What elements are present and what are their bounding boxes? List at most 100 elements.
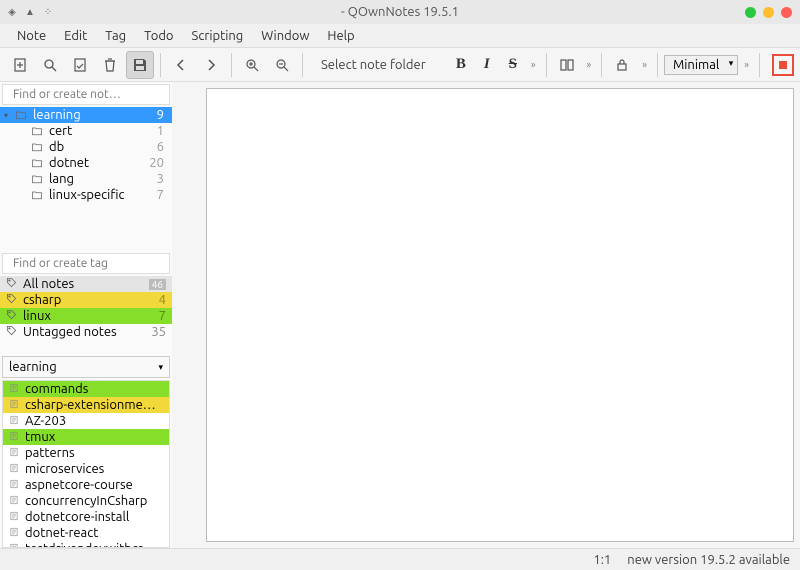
back-button[interactable] <box>167 51 195 79</box>
note-row[interactable]: concurrencyInCsharp <box>3 493 169 509</box>
tag-row-csharp[interactable]: csharp4 <box>0 292 172 308</box>
tag-row-untagged-notes[interactable]: Untagged notes35 <box>0 324 172 340</box>
zoom-in-button[interactable] <box>238 51 266 79</box>
close-button[interactable] <box>781 7 792 18</box>
tag-icon <box>6 325 20 339</box>
note-icon <box>9 478 21 492</box>
lock-button[interactable] <box>608 51 636 79</box>
separator <box>546 53 547 77</box>
grid-icon[interactable]: ⁘ <box>42 6 54 18</box>
note-row[interactable]: microservices <box>3 461 169 477</box>
note-row[interactable]: AZ-203 <box>3 413 169 429</box>
panel-button[interactable] <box>553 51 581 79</box>
more-format-icon[interactable]: » <box>527 59 540 70</box>
more-workspace-icon[interactable]: » <box>740 59 753 70</box>
note-row[interactable]: commands <box>3 381 169 397</box>
tag-row-all-notes[interactable]: All notes46 <box>0 276 172 292</box>
note-row[interactable]: tmux <box>3 429 169 445</box>
zoom-out-button[interactable] <box>268 51 296 79</box>
note-icon <box>9 398 21 412</box>
menu-edit[interactable]: Edit <box>55 26 96 46</box>
folder-row-linux-specific[interactable]: linux-specific7 <box>0 187 172 203</box>
folder-row-db[interactable]: db6 <box>0 139 172 155</box>
statusbar: 1:1 new version 19.5.2 available <box>0 548 800 570</box>
tag-row-linux[interactable]: linux7 <box>0 308 172 324</box>
titlebar-left-icons: ◈ ▲ ⁘ <box>6 6 54 18</box>
separator <box>302 53 303 77</box>
note-icon <box>9 414 21 428</box>
separator <box>759 53 760 77</box>
note-icon <box>9 494 21 508</box>
folder-row-dotnet[interactable]: dotnet20 <box>0 155 172 171</box>
cursor-position: 1:1 <box>593 553 611 567</box>
minimize-button[interactable] <box>745 7 756 18</box>
menu-note[interactable]: Note <box>8 26 55 46</box>
menu-tag[interactable]: Tag <box>96 26 135 46</box>
note-row[interactable]: patterns <box>3 445 169 461</box>
main-area: ▾learning9cert1db6dotnet20lang3linux-spe… <box>0 82 800 548</box>
tag-icon <box>6 277 20 291</box>
note-icon <box>9 526 21 540</box>
note-folder-select[interactable]: Select note folder <box>309 58 438 72</box>
folder-search-input[interactable] <box>13 88 168 101</box>
more-panel-icon[interactable]: » <box>583 59 596 70</box>
note-editor[interactable] <box>206 88 794 542</box>
menu-scripting[interactable]: Scripting <box>183 26 253 46</box>
note-icon <box>9 430 21 444</box>
menu-window[interactable]: Window <box>252 26 318 46</box>
titlebar: ◈ ▲ ⁘ - QOwnNotes 19.5.1 <box>0 0 800 24</box>
strike-button[interactable]: S <box>501 52 525 78</box>
note-row[interactable]: aspnetcore-course <box>3 477 169 493</box>
folder-search[interactable] <box>2 84 170 105</box>
folder-icon <box>14 109 28 121</box>
sidebar: ▾learning9cert1db6dotnet20lang3linux-spe… <box>0 82 172 548</box>
workspace-select[interactable]: Minimal <box>664 55 738 75</box>
folder-icon <box>30 125 44 137</box>
tag-icon <box>6 293 20 307</box>
note-row[interactable]: dotnet-react <box>3 525 169 541</box>
maximize-button[interactable] <box>763 7 774 18</box>
forward-button[interactable] <box>197 51 225 79</box>
tag-search-input[interactable] <box>13 257 168 270</box>
note-icon <box>9 510 21 524</box>
update-notice[interactable]: new version 19.5.2 available <box>627 553 790 567</box>
separator <box>160 53 161 77</box>
italic-button[interactable]: I <box>475 52 499 78</box>
new-note-button[interactable] <box>6 51 34 79</box>
tag-icon <box>6 309 20 323</box>
save-button[interactable] <box>126 51 154 79</box>
note-icon <box>9 382 21 396</box>
folder-row-lang[interactable]: lang3 <box>0 171 172 187</box>
folder-icon <box>30 189 44 201</box>
search-button[interactable] <box>36 51 64 79</box>
subfolder-select[interactable]: learning▾ <box>2 356 170 378</box>
note-row[interactable]: testdrivendevwithcs… <box>3 541 169 548</box>
editor-area <box>172 82 800 548</box>
toolbar: Select note folder B I S » » » Minimal » <box>0 48 800 82</box>
window-title: - QOwnNotes 19.5.1 <box>341 5 459 19</box>
folder-row-cert[interactable]: cert1 <box>0 123 172 139</box>
menu-todo[interactable]: Todo <box>135 26 182 46</box>
folder-tree: ▾learning9cert1db6dotnet20lang3linux-spe… <box>0 107 172 203</box>
notes-list: commandscsharp-extensionme…AZ-203tmuxpat… <box>2 380 170 548</box>
folder-icon <box>30 173 44 185</box>
window-controls <box>745 7 792 18</box>
more-lock-icon[interactable]: » <box>638 59 651 70</box>
distraction-free-button[interactable] <box>772 54 794 76</box>
note-icon <box>9 462 21 476</box>
tag-search[interactable] <box>2 253 170 274</box>
menubar: Note Edit Tag Todo Scripting Window Help <box>0 24 800 48</box>
tag-list: All notes46csharp4linux7Untagged notes35 <box>0 276 172 340</box>
folder-icon <box>30 157 44 169</box>
note-icon <box>9 446 21 460</box>
bold-button[interactable]: B <box>449 52 473 78</box>
menu-help[interactable]: Help <box>318 26 363 46</box>
up-icon[interactable]: ▲ <box>24 6 36 18</box>
note-row[interactable]: dotnetcore-install <box>3 509 169 525</box>
delete-button[interactable] <box>96 51 124 79</box>
note-row[interactable]: csharp-extensionme… <box>3 397 169 413</box>
separator <box>657 53 658 77</box>
edit-button[interactable] <box>66 51 94 79</box>
separator <box>601 53 602 77</box>
folder-row-learning[interactable]: ▾learning9 <box>0 107 172 123</box>
